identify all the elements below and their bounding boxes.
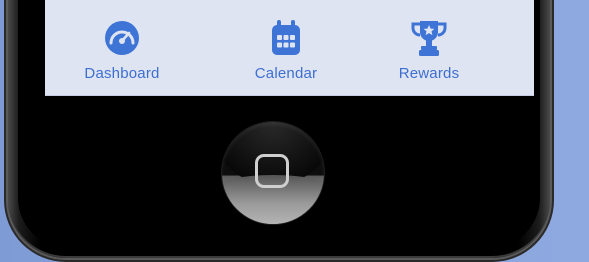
app-screen: Dashboard Calendar Rewards: [45, 0, 534, 96]
tab-dashboard-label: Dashboard: [84, 65, 160, 82]
tab-rewards[interactable]: Rewards: [359, 18, 499, 82]
trophy-icon: [409, 18, 449, 58]
tab-rewards-label: Rewards: [398, 65, 460, 82]
gauge-icon: [102, 18, 142, 58]
calendar-icon: [266, 18, 306, 58]
home-square-icon: [255, 154, 289, 188]
bottom-tab-bar: Dashboard Calendar Rewards: [45, 0, 534, 95]
tab-calendar[interactable]: Calendar: [216, 18, 356, 82]
home-button[interactable]: [222, 122, 324, 224]
tab-calendar-label: Calendar: [254, 65, 318, 82]
tab-dashboard[interactable]: Dashboard: [52, 18, 192, 82]
